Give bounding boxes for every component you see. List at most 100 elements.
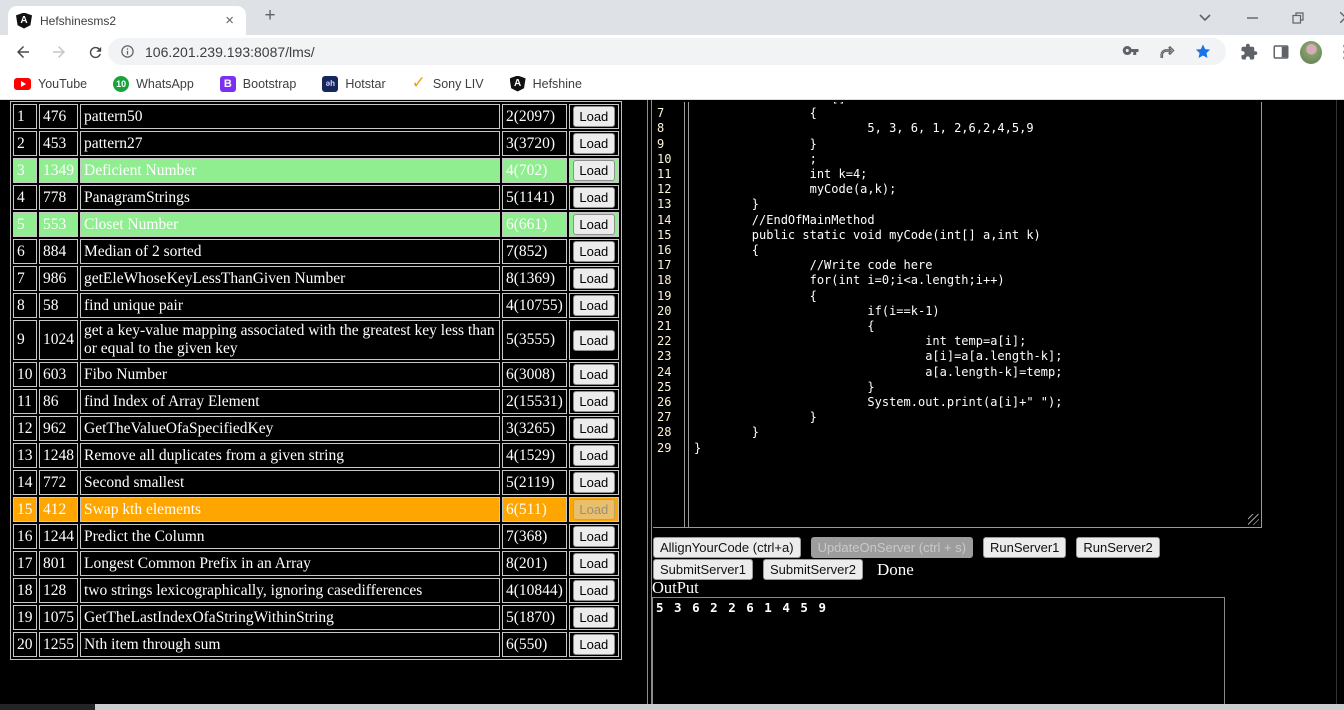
bookmark-star-icon[interactable] [1194, 43, 1212, 61]
bookmark-youtube[interactable]: YouTube [14, 77, 87, 91]
problem-row[interactable]: 31349Deficient Number4(702)Load [13, 158, 619, 183]
problem-stat: 4(702) [502, 158, 567, 183]
problem-row[interactable]: 161244Predict the Column7(368)Load [13, 524, 619, 549]
load-button[interactable]: Load [573, 472, 615, 493]
problem-row[interactable]: 4778PanagramStrings5(1141)Load [13, 185, 619, 210]
problem-row[interactable]: 17801Longest Common Prefix in an Array8(… [13, 551, 619, 576]
new-tab-button[interactable]: + [258, 5, 282, 27]
menu-kebab-icon[interactable] [1334, 41, 1344, 63]
url-bar[interactable]: 106.201.239.193:8087/lms/ [108, 38, 1226, 65]
load-button[interactable]: Load [573, 445, 615, 466]
code-line: int temp=a[i]; [694, 334, 1261, 349]
problem-sno: 8 [13, 293, 37, 318]
problem-row[interactable]: 2453pattern273(3720)Load [13, 131, 619, 156]
load-button[interactable]: Load [573, 330, 615, 351]
problem-row[interactable]: 5553Closet Number6(661)Load [13, 212, 619, 237]
bookmark-sonyliv[interactable]: ✓ Sony LIV [412, 75, 484, 92]
bookmark-hefshine[interactable]: A Hefshine [510, 76, 582, 92]
line-number: 24 [657, 365, 684, 380]
load-button[interactable]: Load [573, 391, 615, 412]
problem-row[interactable]: 7986getEleWhoseKeyLessThanGiven Number8(… [13, 266, 619, 291]
problem-stat: 4(10755) [502, 293, 567, 318]
restore-button[interactable] [1283, 0, 1313, 35]
vertical-scrollbar[interactable] [1336, 100, 1337, 704]
load-button[interactable]: Load [573, 106, 615, 127]
problem-id: 58 [39, 293, 78, 318]
output-label: OutPut [652, 578, 699, 598]
problem-row[interactable]: 858find unique pair4(10755)Load [13, 293, 619, 318]
load-button[interactable]: Load [573, 607, 615, 628]
load-button[interactable]: Load [573, 526, 615, 547]
load-button[interactable]: Load [573, 241, 615, 262]
load-button[interactable]: Load [573, 418, 615, 439]
run-server1-button[interactable]: RunServer1 [983, 537, 1066, 558]
load-button[interactable]: Load [573, 295, 615, 316]
problem-row[interactable]: 201255Nth item through sum6(550)Load [13, 632, 619, 657]
line-number: 14 [657, 213, 684, 228]
problem-row[interactable]: 6884Median of 2 sorted7(852)Load [13, 239, 619, 264]
problem-row[interactable]: 91024get a key-value mapping associated … [13, 320, 619, 360]
align-code-button[interactable]: AllignYourCode (ctrl+a) [653, 537, 801, 558]
run-server2-button[interactable]: RunServer2 [1076, 537, 1159, 558]
load-button[interactable]: Load [573, 634, 615, 655]
update-on-server-button[interactable]: UpdateOnServer (ctrl + s) [811, 537, 973, 558]
problem-row[interactable]: 18128two strings lexicographically, igno… [13, 578, 619, 603]
code-line: public static void myCode(int[] a,int k) [694, 228, 1261, 243]
extensions-puzzle-icon[interactable] [1238, 41, 1260, 63]
minimize-button[interactable] [1237, 0, 1267, 35]
bookmark-bootstrap[interactable]: B Bootstrap [220, 76, 297, 92]
line-number: 13 [657, 197, 684, 212]
scrollbar-thumb[interactable] [95, 704, 1344, 710]
site-info-icon[interactable] [120, 44, 135, 59]
code-area[interactable]: int[] a { 5, 3, 6, 1, 2,6,2,4,5,9 } ; in… [688, 102, 1261, 528]
code-line: int k=4; [694, 167, 1261, 182]
back-icon[interactable] [12, 41, 34, 63]
problem-load-cell: Load [569, 389, 619, 414]
youtube-play-icon [14, 78, 31, 90]
load-button[interactable]: Load [573, 268, 615, 289]
problem-row[interactable]: 191075GetTheLastIndexOfaStringWithinStri… [13, 605, 619, 630]
bookmark-whatsapp[interactable]: 10 WhatsApp [113, 76, 194, 92]
password-key-icon[interactable] [1122, 43, 1140, 61]
problem-row[interactable]: 131248Remove all duplicates from a given… [13, 443, 619, 468]
output-box[interactable]: 5 3 6 2 2 6 1 4 5 9 [652, 597, 1225, 710]
load-button[interactable]: Load [573, 160, 615, 181]
load-button[interactable]: Load [573, 553, 615, 574]
problem-row[interactable]: 10603Fibo Number6(3008)Load [13, 362, 619, 387]
load-button[interactable]: Load [573, 364, 615, 385]
problem-stat: 2(15531) [502, 389, 567, 414]
problem-row[interactable]: 1186find Index of Array Element2(15531)L… [13, 389, 619, 414]
browser-tab[interactable]: A Hefshinesms2 × [8, 6, 246, 35]
profile-avatar[interactable] [1300, 41, 1322, 63]
load-button[interactable]: Load [573, 187, 615, 208]
horizontal-scrollbar[interactable] [0, 704, 1344, 710]
bookmarks-bar: YouTube 10 WhatsApp B Bootstrap əh Hotst… [0, 68, 1344, 100]
problem-load-cell: Load [569, 131, 619, 156]
problem-sno: 2 [13, 131, 37, 156]
side-panel-icon[interactable] [1270, 41, 1292, 63]
load-button[interactable]: Load [573, 214, 615, 235]
problem-row[interactable]: 14772Second smallest5(2119)Load [13, 470, 619, 495]
problem-row[interactable]: 1476pattern502(2097)Load [13, 104, 619, 129]
problem-load-cell: Load [569, 578, 619, 603]
tab-search-chevron-icon[interactable] [1190, 0, 1220, 35]
load-button[interactable]: Load [573, 133, 615, 154]
submit-server1-button[interactable]: SubmitServer1 [653, 559, 753, 580]
submit-server2-button[interactable]: SubmitServer2 [763, 559, 863, 580]
code-editor[interactable]: 6789101112131415161718192021222324252627… [653, 102, 1262, 528]
code-line: if(i==k-1) [694, 304, 1261, 319]
reload-icon[interactable] [84, 41, 106, 63]
load-button[interactable]: Load [573, 580, 615, 601]
bookmark-hotstar[interactable]: əh Hotstar [322, 76, 385, 92]
problem-id: 962 [39, 416, 78, 441]
url-text[interactable]: 106.201.239.193:8087/lms/ [145, 44, 1122, 60]
problem-id: 128 [39, 578, 78, 603]
close-window-button[interactable] [1330, 0, 1344, 35]
bookmark-label: Sony LIV [433, 77, 484, 91]
tab-close-icon[interactable]: × [221, 13, 238, 28]
problem-row[interactable]: 12962GetTheValueOfaSpecifiedKey3(3265)Lo… [13, 416, 619, 441]
problem-row[interactable]: 15412Swap kth elements6(511)Load [13, 497, 619, 522]
load-button[interactable]: Load [573, 499, 615, 520]
share-icon[interactable] [1158, 43, 1176, 61]
forward-icon[interactable] [48, 41, 70, 63]
